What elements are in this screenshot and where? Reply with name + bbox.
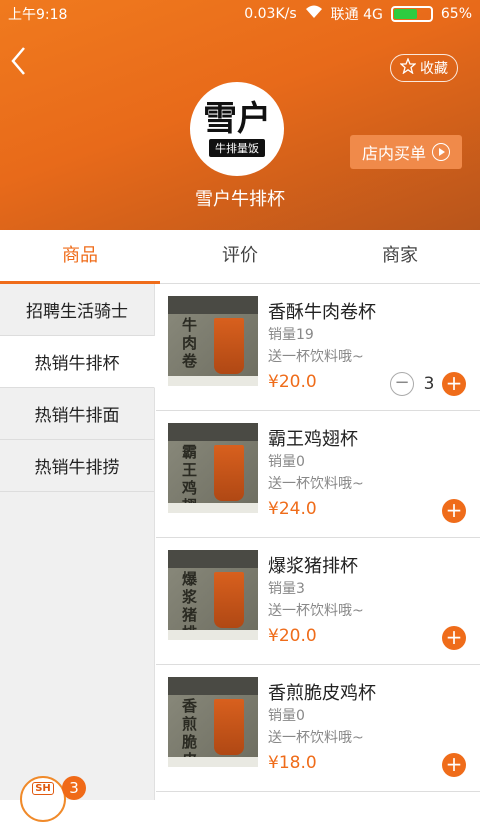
sidebar-item-recruit[interactable]: 招聘生活骑士 <box>0 284 154 336</box>
add-button[interactable]: + <box>442 626 466 650</box>
sidebar-item-steak-cup[interactable]: 热销牛排杯 <box>0 336 155 388</box>
favorite-button[interactable]: 收藏 <box>390 54 458 82</box>
product-item[interactable]: 霸王鸡翅 霸王鸡翅杯 销量0 送一杯饮料哦~ ¥24.0 + <box>156 411 480 538</box>
product-quantity: 3 <box>423 374 435 394</box>
star-icon <box>399 57 417 78</box>
wifi-icon <box>305 5 323 23</box>
play-circle-icon <box>432 143 450 161</box>
status-bar: 上午9:18 0.03K/s 联通 4G 65% <box>0 0 480 28</box>
product-sales: 销量0 <box>268 708 305 724</box>
carrier: 联通 4G <box>330 7 383 23</box>
product-price: ¥20.0 <box>268 372 317 392</box>
status-right: 0.03K/s 联通 4G 65% <box>244 4 472 24</box>
shop-header: 上午9:18 0.03K/s 联通 4G 65% 收藏 雪户 牛排量饭 雪户牛排… <box>0 0 480 230</box>
tab-bar: 商品 评价 商家 <box>0 230 480 284</box>
logo-subtext: 牛排量饭 <box>209 139 265 157</box>
product-price: ¥20.0 <box>268 626 317 646</box>
add-button[interactable]: + <box>442 372 466 396</box>
sidebar-item-steak-noodle[interactable]: 热销牛排面 <box>0 388 154 440</box>
product-image: 爆浆猪排 <box>168 550 258 640</box>
product-desc: 送一杯饮料哦~ <box>268 349 364 365</box>
product-sales: 销量3 <box>268 581 305 597</box>
product-item[interactable]: 香煎脆皮 香煎脆皮鸡杯 销量0 送一杯饮料哦~ ¥18.0 + <box>156 665 480 792</box>
product-price: ¥18.0 <box>268 753 317 773</box>
product-name: 香酥牛肉卷杯 <box>268 302 376 323</box>
battery-icon <box>390 6 433 22</box>
product-price: ¥24.0 <box>268 499 317 519</box>
instore-pay-label: 店内买单 <box>361 144 426 163</box>
product-name: 霸王鸡翅杯 <box>268 429 358 450</box>
product-desc: 送一杯饮料哦~ <box>268 730 364 746</box>
shop-logo: 雪户 牛排量饭 <box>190 82 284 176</box>
add-button[interactable]: + <box>442 499 466 523</box>
battery-percent: 65% <box>440 6 472 22</box>
product-desc: 送一杯饮料哦~ <box>268 603 364 619</box>
product-item[interactable]: 牛肉卷 香酥牛肉卷杯 销量19 送一杯饮料哦~ ¥20.0 − 3 + <box>156 284 480 411</box>
product-image: 香煎脆皮 <box>168 677 258 767</box>
cart-button[interactable]: SH <box>20 776 66 822</box>
logo-text: 雪户 <box>203 99 271 139</box>
product-item[interactable]: 爆浆猪排 爆浆猪排杯 销量3 送一杯饮料哦~ ¥20.0 + <box>156 538 480 665</box>
tab-products[interactable]: 商品 <box>0 230 160 284</box>
category-sidebar: 招聘生活骑士 热销牛排杯 热销牛排面 热销牛排捞 <box>0 284 155 800</box>
net-speed: 0.03K/s <box>244 6 297 22</box>
favorite-label: 收藏 <box>420 61 448 77</box>
sidebar-item-steak-lao[interactable]: 热销牛排捞 <box>0 440 154 492</box>
back-button[interactable] <box>8 44 36 78</box>
tab-reviews[interactable]: 评价 <box>160 230 320 283</box>
status-time: 上午9:18 <box>8 7 68 23</box>
add-button[interactable]: + <box>442 753 466 777</box>
product-desc: 送一杯饮料哦~ <box>268 476 364 492</box>
product-name: 香煎脆皮鸡杯 <box>268 683 376 704</box>
tab-merchant[interactable]: 商家 <box>320 230 480 283</box>
chevron-left-icon <box>11 47 25 75</box>
product-name: 爆浆猪排杯 <box>268 556 358 577</box>
product-image: 霸王鸡翅 <box>168 423 258 513</box>
product-sales: 销量19 <box>268 327 314 343</box>
product-sales: 销量0 <box>268 454 305 470</box>
instore-pay-button[interactable]: 店内买单 <box>350 135 462 169</box>
product-image: 牛肉卷 <box>168 296 258 386</box>
product-list: 牛肉卷 香酥牛肉卷杯 销量19 送一杯饮料哦~ ¥20.0 − 3 + 霸王鸡翅… <box>156 284 480 800</box>
decrease-button[interactable]: − <box>390 372 414 396</box>
product-image-text: 牛肉卷 <box>182 316 198 370</box>
cart-label: SH <box>32 782 54 795</box>
shop-name: 雪户牛排杯 <box>195 189 285 210</box>
cart-count-badge: 3 <box>62 776 86 800</box>
